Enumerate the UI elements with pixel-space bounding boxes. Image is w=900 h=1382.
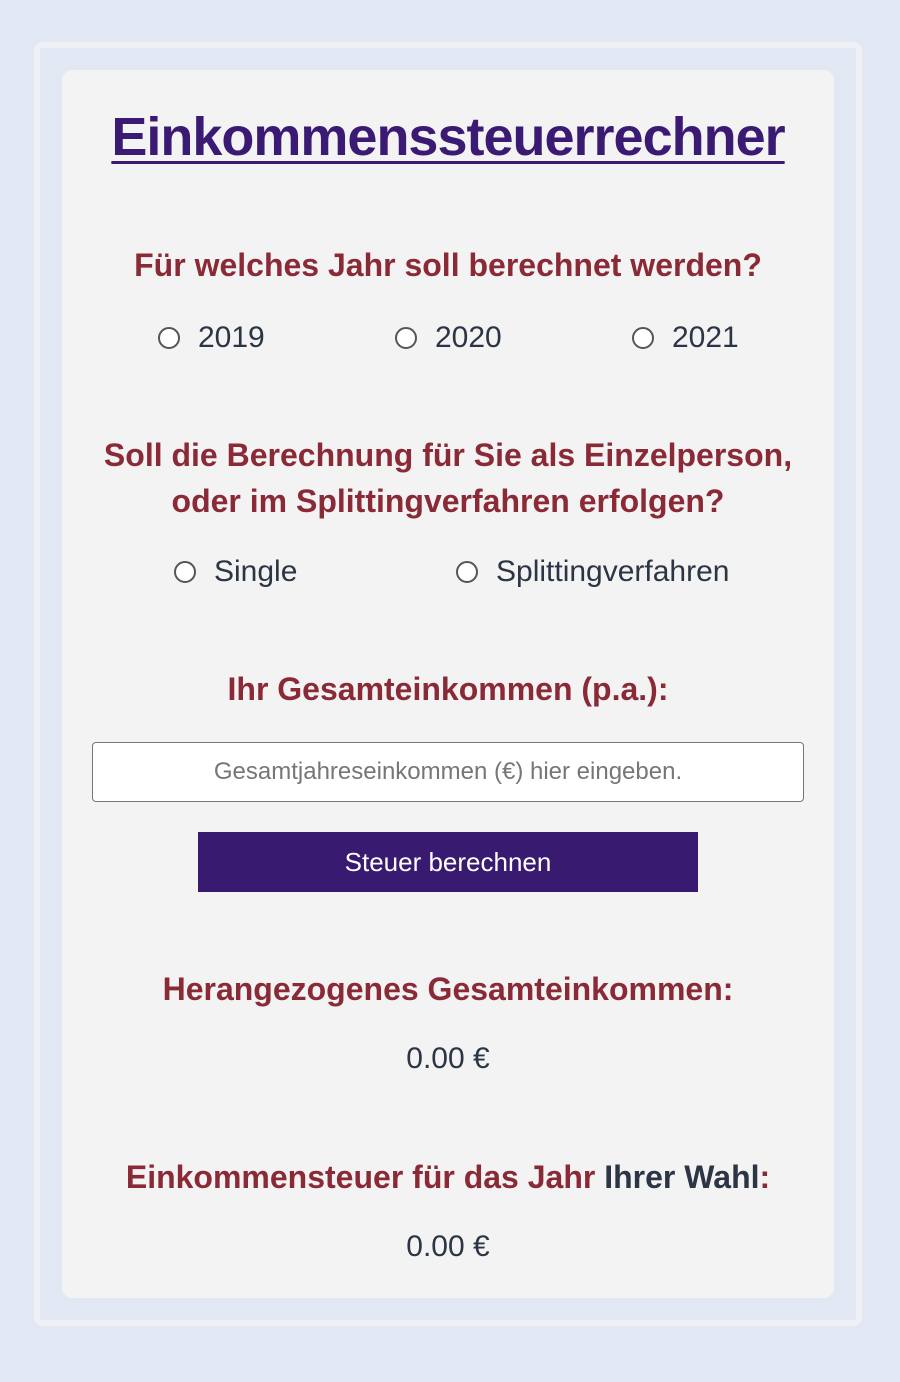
result-tax-label: Einkommensteuer für das Jahr Ihrer Wahl: — [62, 1154, 834, 1200]
income-input[interactable] — [92, 742, 804, 802]
result-income-value: 0.00 € — [406, 1042, 490, 1075]
result-tax-value: 0.00 € — [406, 1230, 490, 1263]
radio-circle-icon[interactable] — [632, 327, 654, 349]
year-option-label: 2019 — [198, 321, 265, 354]
radio-circle-icon[interactable] — [158, 327, 180, 349]
mode-radio-group: Single Splittingverfahren — [62, 552, 834, 592]
result-income-label: Herangezogenes Gesamteinkommen: — [162, 971, 734, 1007]
mode-option-splitting[interactable]: Splittingverfahren — [456, 552, 729, 592]
calculate-tax-button[interactable]: Steuer berechnen — [198, 832, 698, 892]
year-option-label: 2020 — [435, 321, 502, 354]
result-tax-label-part1: Einkommensteuer für das Jahr — [125, 1159, 605, 1195]
mode-question-line1: Soll die Berechnung für Sie als Einzelpe… — [103, 437, 793, 473]
year-option-2020[interactable]: 2020 — [395, 318, 502, 358]
radio-circle-icon[interactable] — [174, 561, 196, 583]
mode-question: Soll die Berechnung für Sie als Einzelpe… — [62, 432, 834, 524]
result-tax-label-part2: Ihrer Wahl — [604, 1159, 760, 1195]
year-option-label: 2021 — [672, 321, 739, 354]
page-title: Einkommenssteuerrechner — [111, 107, 785, 167]
year-option-2021[interactable]: 2021 — [632, 318, 739, 358]
calculator-card: Einkommenssteuerrechner Für welches Jahr… — [62, 70, 834, 1298]
income-label: Ihr Gesamteinkommen (p.a.): — [227, 671, 669, 707]
mode-question-line2: oder im Splittingverfahren erfolgen? — [171, 483, 725, 519]
year-question: Für welches Jahr soll berechnet werden? — [134, 247, 762, 283]
mode-option-single[interactable]: Single — [174, 552, 297, 592]
radio-circle-icon[interactable] — [395, 327, 417, 349]
radio-circle-icon[interactable] — [456, 561, 478, 583]
year-radio-group: 2019 2020 2021 — [62, 318, 834, 358]
mode-option-label: Single — [214, 555, 298, 588]
mode-option-label: Splittingverfahren — [496, 555, 730, 588]
year-option-2019[interactable]: 2019 — [158, 318, 265, 358]
result-tax-label-part3: : — [759, 1159, 771, 1195]
